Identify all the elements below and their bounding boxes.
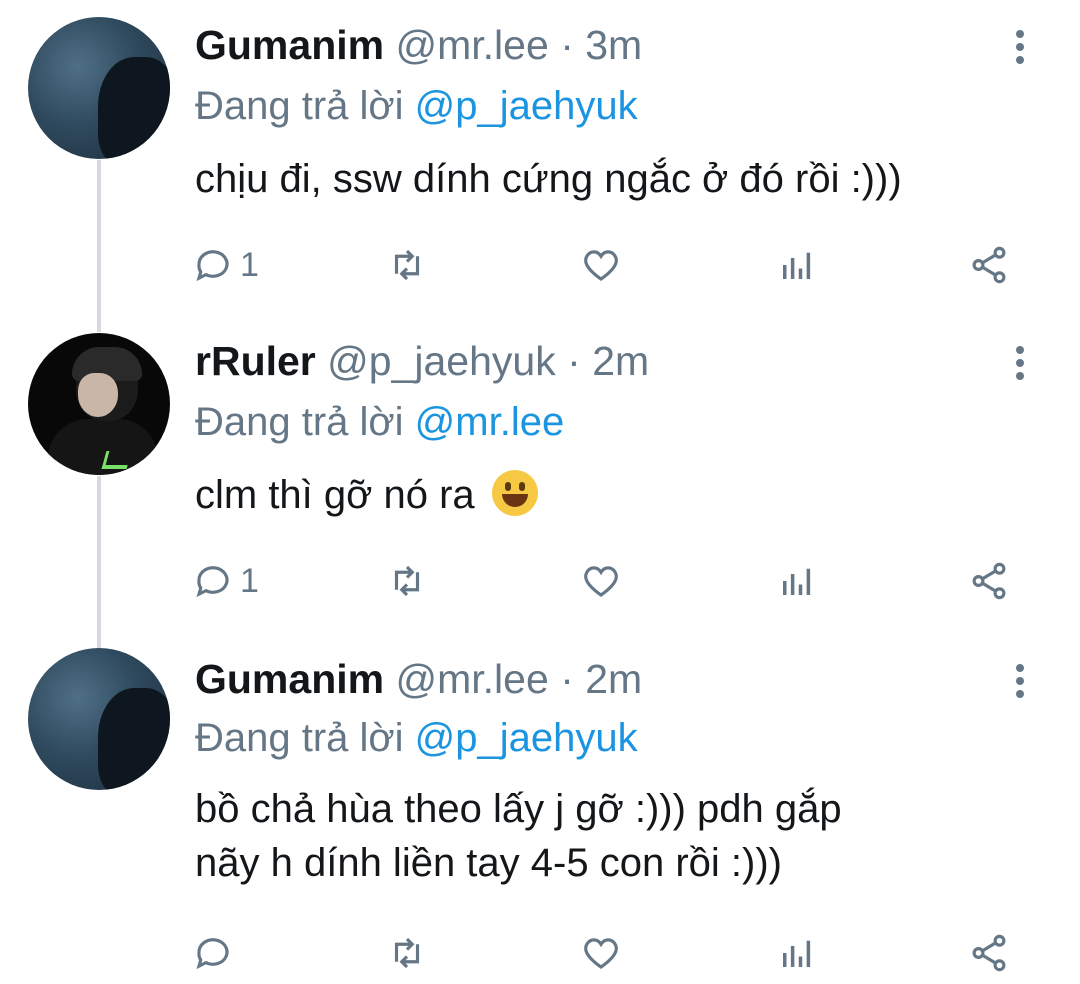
tweet[interactable]: rRuler @p_jaehyuk · 2m Đang trả lời @mr.… [0,320,1080,640]
retweet-icon [394,937,420,969]
tweet-text-line: bồ chả hùa theo lấy j gỡ :))) pdh gắp [195,787,842,831]
reply-context: Đang trả lời @p_jaehyuk [195,716,638,761]
avatar-figure [101,451,132,469]
like-button[interactable] [580,240,622,290]
timestamp[interactable]: 2m [585,656,642,702]
avatar-figure [78,373,118,417]
more-options-icon[interactable] [1010,22,1030,72]
tweet-text-line: nãy h dính liền tay 4-5 con rồi :))) [195,841,782,885]
reply-button[interactable]: 1 [192,240,259,290]
action-bar: 1 [0,240,1080,290]
author-handle[interactable]: @p_jaehyuk [327,338,556,384]
reply-button[interactable]: 1 [192,556,259,606]
reply-count: 1 [240,561,259,600]
author-name[interactable]: Gumanim [195,656,384,702]
more-options-icon[interactable] [1010,338,1030,388]
action-bar: 1 [0,556,1080,606]
avatar[interactable] [28,333,170,475]
share-button[interactable] [968,556,1010,606]
action-bar [0,928,1080,978]
like-icon [584,938,618,969]
retweet-icon [394,249,420,281]
analytics-icon [783,252,811,279]
analytics-icon [783,568,811,595]
author-name[interactable]: rRuler [195,338,316,384]
retweet-button[interactable] [386,928,428,978]
tweet-header: Gumanim @mr.lee · 3m [195,22,642,69]
analytics-button[interactable] [776,928,818,978]
reply-mention[interactable]: @mr.lee [415,400,565,444]
reply-icon [196,250,229,282]
grinning-face-emoji [491,470,538,516]
share-button[interactable] [968,928,1010,978]
share-icon [972,562,1006,600]
reply-icon [196,566,229,598]
reply-prefix: Đang trả lời [195,400,404,444]
tweet-text-line: chịu đi, ssw dính cứng ngắc ở đó rồi :))… [195,157,902,201]
reply-context: Đang trả lời @p_jaehyuk [195,84,638,129]
like-icon [584,250,618,281]
like-button[interactable] [580,556,622,606]
retweet-button[interactable] [386,240,428,290]
reply-count: 1 [240,245,259,284]
reply-context: Đang trả lời @mr.lee [195,400,564,445]
tweet-header: rRuler @p_jaehyuk · 2m [195,338,649,385]
share-button[interactable] [968,240,1010,290]
avatar[interactable] [28,648,170,790]
tweet[interactable]: Gumanim @mr.lee · 3m Đang trả lời @p_jae… [0,0,1080,320]
reply-mention[interactable]: @p_jaehyuk [415,84,638,128]
author-handle[interactable]: @mr.lee [396,656,549,702]
avatar[interactable] [28,17,170,159]
separator: · [567,338,581,384]
analytics-button[interactable] [776,240,818,290]
analytics-icon [783,940,811,967]
like-icon [584,566,618,597]
tweet[interactable]: Gumanim @mr.lee · 2m Đang trả lời @p_jae… [0,640,1080,984]
author-handle[interactable]: @mr.lee [396,22,549,68]
separator: · [560,22,574,68]
retweet-button[interactable] [386,556,428,606]
analytics-button[interactable] [776,556,818,606]
tweet-header: Gumanim @mr.lee · 2m [195,656,642,703]
author-name[interactable]: Gumanim [195,22,384,68]
tweet-text: bồ chả hùa theo lấy j gỡ :))) pdh gắp nã… [195,782,842,890]
reply-prefix: Đang trả lời [195,716,404,760]
reply-button[interactable] [192,928,240,978]
tweet-text: clm thì gỡ nó ra [195,468,538,522]
share-icon [972,246,1006,284]
reply-icon [196,938,229,970]
timestamp[interactable]: 2m [592,338,649,384]
more-options-icon[interactable] [1010,656,1030,706]
like-button[interactable] [580,928,622,978]
timestamp[interactable]: 3m [585,22,642,68]
tweet-text: chịu đi, ssw dính cứng ngắc ở đó rồi :))… [195,152,902,206]
retweet-icon [394,565,420,597]
share-icon [972,934,1006,972]
tweet-text-line: clm thì gỡ nó ra [195,473,475,517]
separator: · [560,656,574,702]
reply-prefix: Đang trả lời [195,84,404,128]
reply-mention[interactable]: @p_jaehyuk [415,716,638,760]
